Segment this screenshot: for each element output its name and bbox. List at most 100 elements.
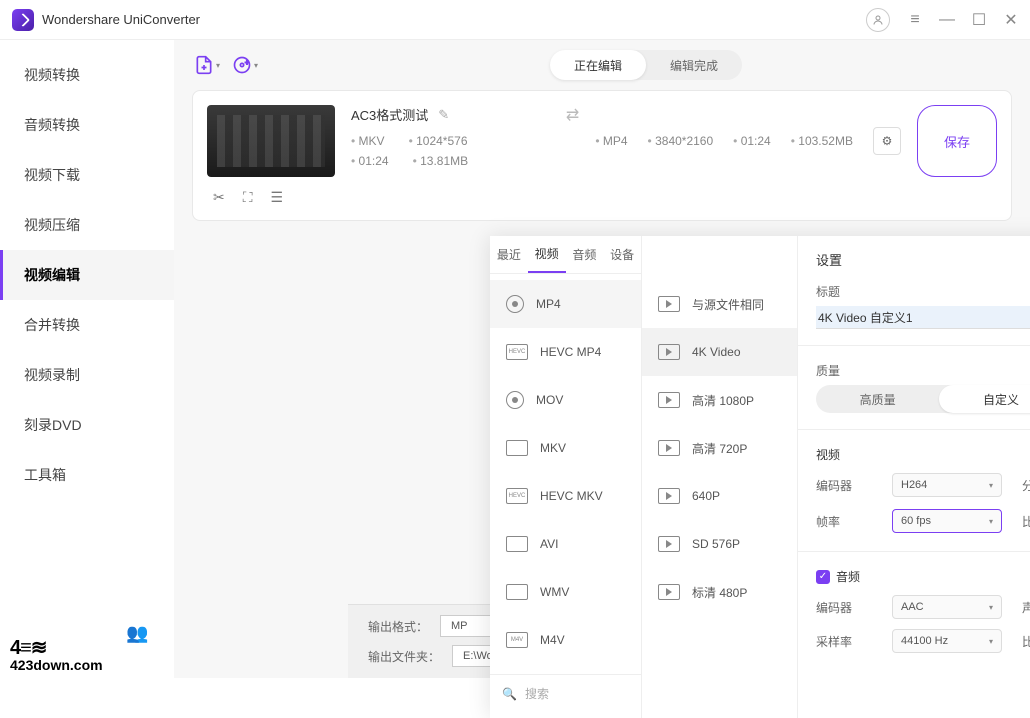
v-encoder-label: 编码器 — [816, 477, 872, 494]
person-icon: 👥 — [126, 623, 148, 644]
edit-tools: ✂ ⛶ ☰ — [207, 189, 997, 206]
popup-tab-device[interactable]: 设备 — [603, 236, 641, 273]
format-mkv[interactable]: MKV — [490, 424, 641, 472]
edit-name-icon[interactable]: ✎ — [438, 107, 449, 123]
tab-editing[interactable]: 正在编辑 — [550, 50, 646, 80]
save-button[interactable]: 保存 — [917, 105, 997, 177]
status-tabs: 正在编辑 编辑完成 — [550, 50, 742, 80]
popup-tab-recent[interactable]: 最近 — [490, 236, 528, 273]
search-icon: 🔍 — [502, 687, 517, 701]
format-mp4[interactable]: MP4 — [490, 280, 641, 328]
out-format-label: 输出格式： — [368, 618, 428, 635]
file-icon — [506, 536, 528, 552]
disc-icon — [506, 295, 524, 313]
sidebar-item-video-convert[interactable]: 视频转换 — [0, 50, 174, 100]
sidebar-item-video-edit[interactable]: 视频编辑 — [0, 250, 174, 300]
sidebar-item-merge[interactable]: 合并转换 — [0, 300, 174, 350]
preset-4k[interactable]: 4K Video — [642, 328, 797, 376]
preset-720p[interactable]: 高清 720P — [642, 424, 797, 472]
sidebar: 视频转换 音频转换 视频下载 视频压缩 视频编辑 合并转换 视频录制 刻录DVD… — [0, 40, 174, 678]
preset-same-as-source[interactable]: 与源文件相同 — [642, 280, 797, 328]
audio-checkbox[interactable]: ✓ — [816, 570, 830, 584]
src-duration: 01:24 — [351, 154, 389, 168]
format-avi[interactable]: AVI — [490, 520, 641, 568]
video-icon — [658, 344, 680, 360]
tab-done[interactable]: 编辑完成 — [646, 50, 742, 80]
audio-section-label: 音频 — [836, 568, 860, 585]
sidebar-item-burn-dvd[interactable]: 刻录DVD — [0, 400, 174, 450]
video-icon — [658, 392, 680, 408]
preset-576p[interactable]: SD 576P — [642, 520, 797, 568]
maximize-icon[interactable]: ☐ — [972, 13, 986, 27]
file-icon — [506, 584, 528, 600]
popup-tab-audio[interactable]: 音频 — [566, 236, 604, 273]
app-title: Wondershare UniConverter — [42, 12, 200, 27]
format-wmv[interactable]: WMV — [490, 568, 641, 616]
out-folder-label: 输出文件夹： — [368, 648, 440, 665]
add-file-button[interactable]: ▾ — [194, 55, 220, 75]
preset-480p[interactable]: 标清 480P — [642, 568, 797, 616]
hevc-icon — [506, 488, 528, 504]
adjust-icon[interactable]: ☰ — [271, 189, 284, 206]
out-duration: 01:24 — [733, 134, 771, 148]
user-icon[interactable] — [866, 8, 890, 32]
preset-1080p[interactable]: 高清 1080P — [642, 376, 797, 424]
a-bitrate-label: 比特率 — [1022, 633, 1030, 650]
shuffle-icon[interactable]: ⇄ — [566, 105, 579, 177]
v-bitrate-label: 比特率 — [1022, 513, 1030, 530]
quality-tabs: 高质量 自定义 低质量 — [816, 385, 1030, 413]
v-fps-label: 帧率 — [816, 513, 872, 530]
a-sample-select[interactable]: 44100 Hz▾ — [892, 629, 1002, 653]
quality-label: 质量 — [816, 362, 1030, 379]
out-format: MP4 — [595, 134, 627, 148]
video-icon — [658, 296, 680, 312]
file-name: AC3格式测试 — [351, 105, 428, 124]
format-popup: 最近 视频 音频 设备 MP4 HEVC MP4 MOV MKV HEVC MK… — [490, 236, 1030, 718]
format-search[interactable]: 🔍 搜索 — [490, 674, 641, 712]
out-resolution: 3840*2160 — [648, 134, 714, 148]
src-format: MKV — [351, 134, 385, 148]
src-resolution: 1024*576 — [409, 134, 468, 148]
hevc-icon — [506, 344, 528, 360]
file-icon: M4V — [506, 632, 528, 648]
file-icon — [506, 440, 528, 456]
sidebar-item-video-download[interactable]: 视频下载 — [0, 150, 174, 200]
menu-icon[interactable]: ≡ — [908, 13, 922, 27]
v-encoder-select[interactable]: H264▾ — [892, 473, 1002, 497]
settings-panel: 设置 标题 质量 高质量 自定义 低质量 视频 编码器 H264▾ 分辨率 38… — [798, 236, 1030, 718]
settings-gear-icon[interactable]: ⚙ — [873, 127, 901, 155]
crop-icon[interactable]: ⛶ — [243, 189, 253, 206]
popup-tab-video[interactable]: 视频 — [528, 236, 566, 273]
file-card: AC3格式测试 ✎ MKV 1024*576 01:24 13.81MB ⇄ M… — [192, 90, 1012, 221]
video-icon — [658, 488, 680, 504]
video-section-label: 视频 — [816, 446, 1030, 463]
format-mov[interactable]: MOV — [490, 376, 641, 424]
format-hevc-mp4[interactable]: HEVC MP4 — [490, 328, 641, 376]
minimize-icon[interactable]: — — [940, 13, 954, 27]
quality-high[interactable]: 高质量 — [816, 385, 939, 413]
video-icon — [658, 440, 680, 456]
video-thumbnail[interactable] — [207, 105, 335, 177]
format-hevc-mkv[interactable]: HEVC MKV — [490, 472, 641, 520]
titlebar: Wondershare UniConverter ≡ — ☐ ✕ — [0, 0, 1030, 40]
format-m4v[interactable]: M4VM4V — [490, 616, 641, 664]
quality-custom[interactable]: 自定义 — [939, 385, 1030, 413]
cut-icon[interactable]: ✂ — [213, 189, 225, 206]
toolbar: ▾ ▾ 正在编辑 编辑完成 — [174, 40, 1030, 90]
sidebar-item-video-compress[interactable]: 视频压缩 — [0, 200, 174, 250]
v-res-label: 分辨率 — [1022, 477, 1030, 494]
app-logo — [12, 9, 34, 31]
sidebar-item-toolbox[interactable]: 工具箱 — [0, 450, 174, 500]
a-encoder-select[interactable]: AAC▾ — [892, 595, 1002, 619]
sidebar-item-audio-convert[interactable]: 音频转换 — [0, 100, 174, 150]
sidebar-item-record[interactable]: 视频录制 — [0, 350, 174, 400]
watermark: 4≡≋ 423down.com — [10, 638, 103, 672]
v-fps-select[interactable]: 60 fps▾ — [892, 509, 1002, 533]
title-input[interactable] — [816, 306, 1030, 329]
title-label: 标题 — [816, 283, 1030, 300]
a-sample-label: 采样率 — [816, 633, 872, 650]
add-disc-button[interactable]: ▾ — [232, 55, 258, 75]
settings-title: 设置 — [816, 250, 1030, 269]
close-icon[interactable]: ✕ — [1004, 13, 1018, 27]
preset-640p[interactable]: 640P — [642, 472, 797, 520]
